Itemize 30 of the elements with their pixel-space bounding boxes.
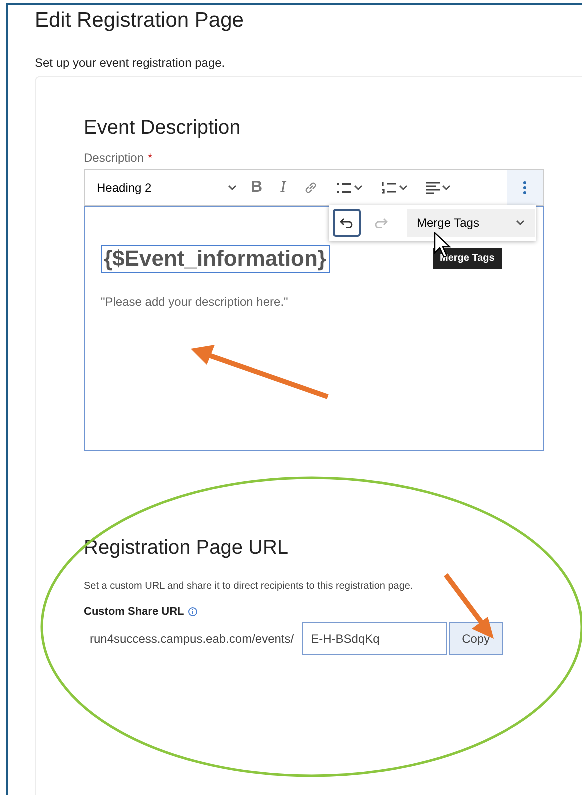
redo-icon [374, 218, 388, 228]
page-title: Edit Registration Page [35, 8, 245, 33]
section-heading: Registration Page URL [84, 537, 290, 560]
chevron-down-icon [516, 220, 525, 226]
merge-tag: {$Event_information} [101, 245, 330, 273]
chevron-down-icon [354, 184, 363, 190]
chevron-down-icon [442, 184, 451, 190]
italic-button[interactable]: I [276, 178, 290, 196]
page-subtitle: Set up your event registration page. [35, 56, 226, 70]
required-mark: * [148, 151, 153, 165]
url-prefix: run4success.campus.eab.com/events/ [90, 632, 294, 646]
undo-button[interactable] [333, 209, 361, 237]
merge-tags-dropdown[interactable]: Merge Tags [407, 209, 535, 237]
numbered-list-icon [380, 182, 397, 194]
bullet-list-icon [336, 182, 352, 194]
align-left-icon [426, 182, 440, 194]
link-icon [304, 180, 318, 194]
chevron-down-icon [228, 184, 237, 190]
more-icon [523, 180, 527, 194]
heading-select[interactable]: Heading 2 [97, 180, 237, 194]
placeholder-text: "Please add your description here." [101, 295, 290, 309]
bold-button[interactable]: B [247, 178, 267, 196]
info-icon [188, 607, 198, 617]
help-text: Set a custom URL and share it to direct recipients to this registration page. [84, 581, 414, 592]
chevron-down-icon [398, 184, 408, 190]
section-heading: Event Description [84, 117, 242, 140]
field-label: Custom Share URL [84, 606, 184, 618]
undo-icon [340, 218, 354, 228]
field-label: Description [84, 151, 144, 165]
url-input[interactable]: E-H-BSdqKq [302, 622, 448, 655]
